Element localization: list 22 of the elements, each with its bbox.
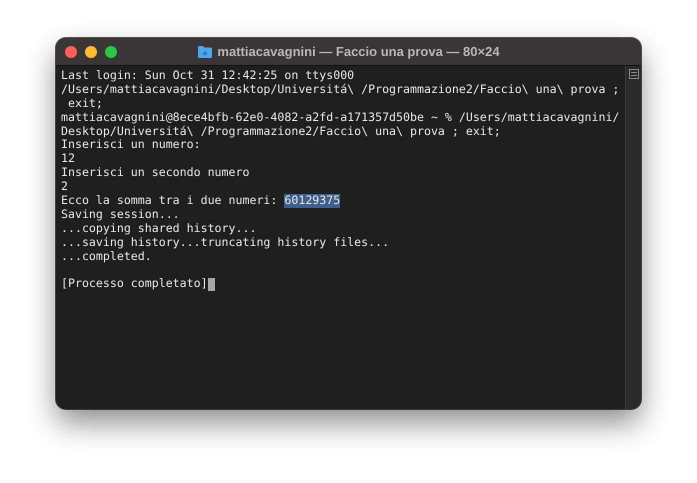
terminal-line: Ecco la somma tra i due numeri:	[61, 194, 278, 208]
terminal-line: exit;	[66, 96, 103, 111]
folder-icon	[198, 46, 212, 58]
terminal-line: Last login: Sun Oct 31 12:42:25 on ttys000	[61, 69, 354, 83]
close-button[interactable]	[65, 46, 77, 58]
terminal-line: Desktop/Universitá\ /Programmazione2/Faccio\ una\ prova ; exit;	[61, 124, 501, 138]
terminal-line: ...saving history...truncating history files...	[61, 236, 390, 250]
terminal-line: 12	[61, 152, 75, 166]
terminal-line: ...copying shared history...	[61, 222, 256, 236]
list-icon	[628, 69, 638, 79]
terminal-line: Saving session...	[61, 208, 180, 222]
window-title: mattiacavagnini — Faccio una prova — 80×24	[217, 44, 500, 59]
terminal-line: /Users/mattiacavagnini/Desktop/Universitá\ /Programmazione2/Faccio\ una\ prova ;	[61, 82, 620, 97]
terminal-line: Inserisci un secondo numero	[61, 166, 250, 180]
selected-text: 60129375	[284, 194, 340, 208]
minimize-button[interactable]	[85, 46, 97, 58]
terminal-line: 2	[61, 180, 68, 194]
terminal-line: ...completed.	[61, 250, 152, 264]
terminal-line: [Processo completato]	[61, 277, 208, 292]
terminal-line: mattiacavagnini@8ece4bfb-62e0-4082-a2fd-a171357d50be ~ % /Users/mattiacavagnini/	[61, 110, 620, 125]
terminal-line: Inserisci un numero:	[61, 138, 201, 152]
zoom-button[interactable]	[105, 46, 117, 58]
